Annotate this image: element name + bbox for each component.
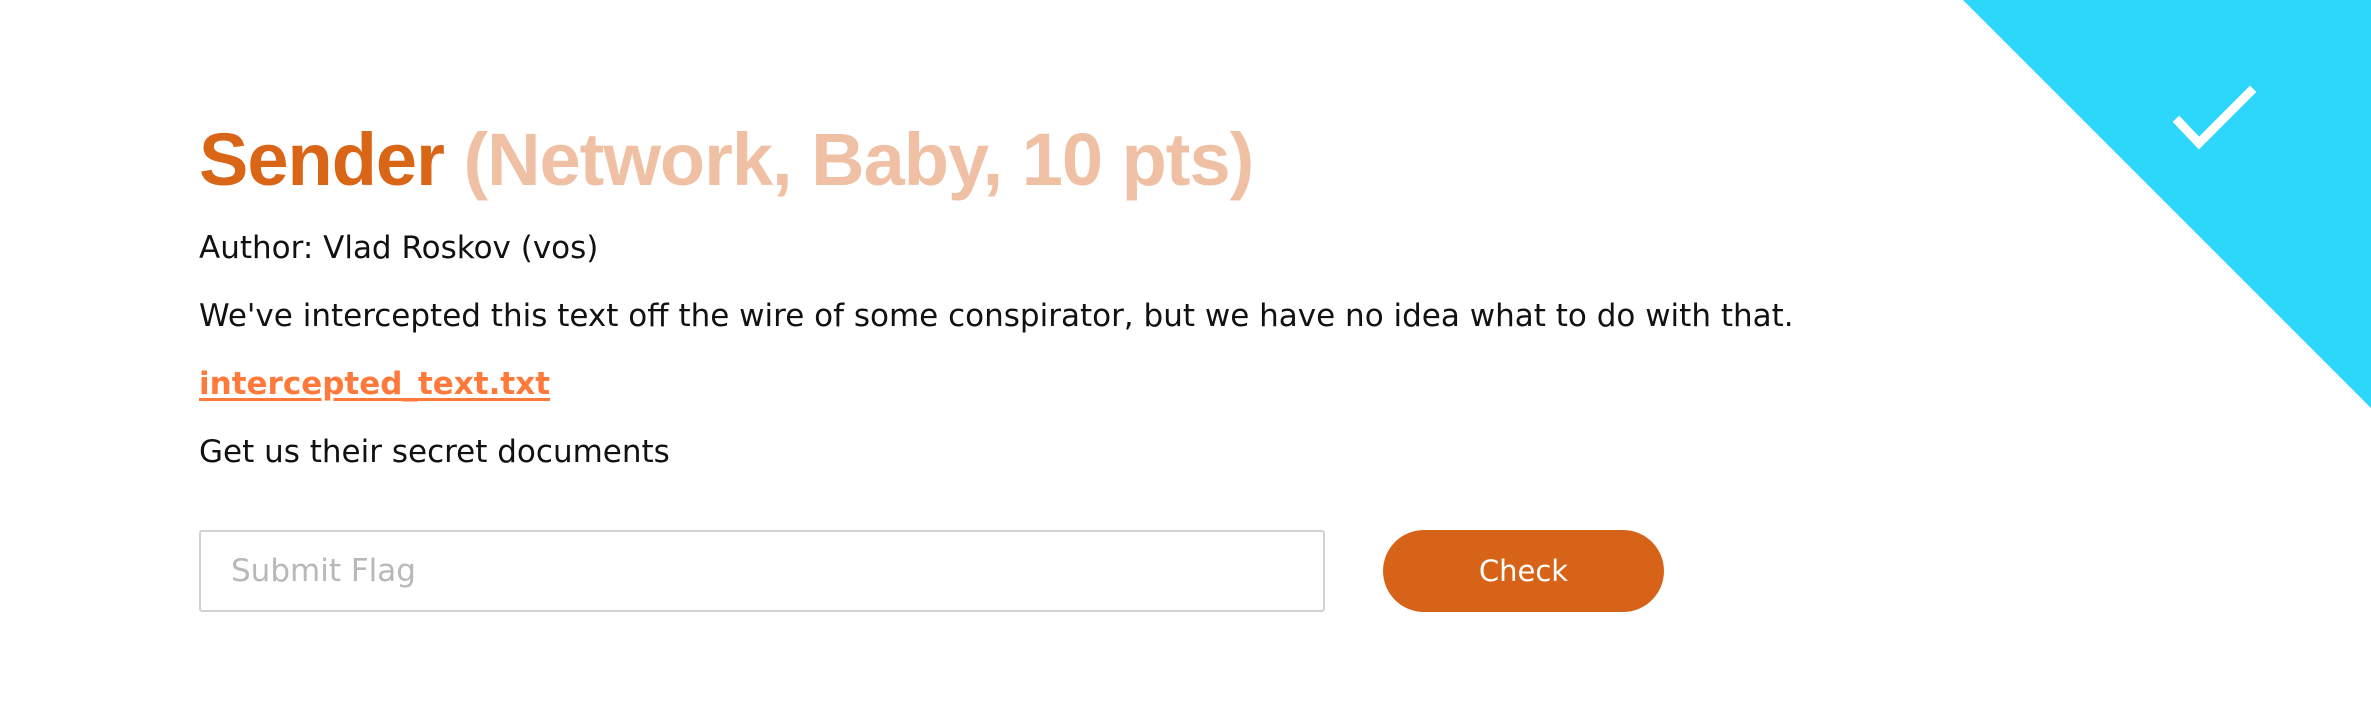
task-meta: (Network, Baby, 10 pts) [463,118,1254,201]
check-button[interactable]: Check [1383,530,1664,612]
task-description: We've intercepted this text off the wire… [199,298,1794,334]
task-title: Sender (Network, Baby, 10 pts) [199,110,2099,210]
task-page: Sender (Network, Baby, 10 pts) Author: V… [0,0,2371,711]
task-name: Sender [199,118,445,201]
task-hint: Get us their secret documents [199,434,670,470]
attachment-link[interactable]: intercepted_text.txt [199,362,550,406]
flag-input[interactable] [199,530,1325,612]
task-author: Author: Vlad Roskov (vos) [199,230,599,266]
flag-form: Check [199,530,1679,612]
task-content: Sender (Network, Baby, 10 pts) Author: V… [199,110,2099,474]
